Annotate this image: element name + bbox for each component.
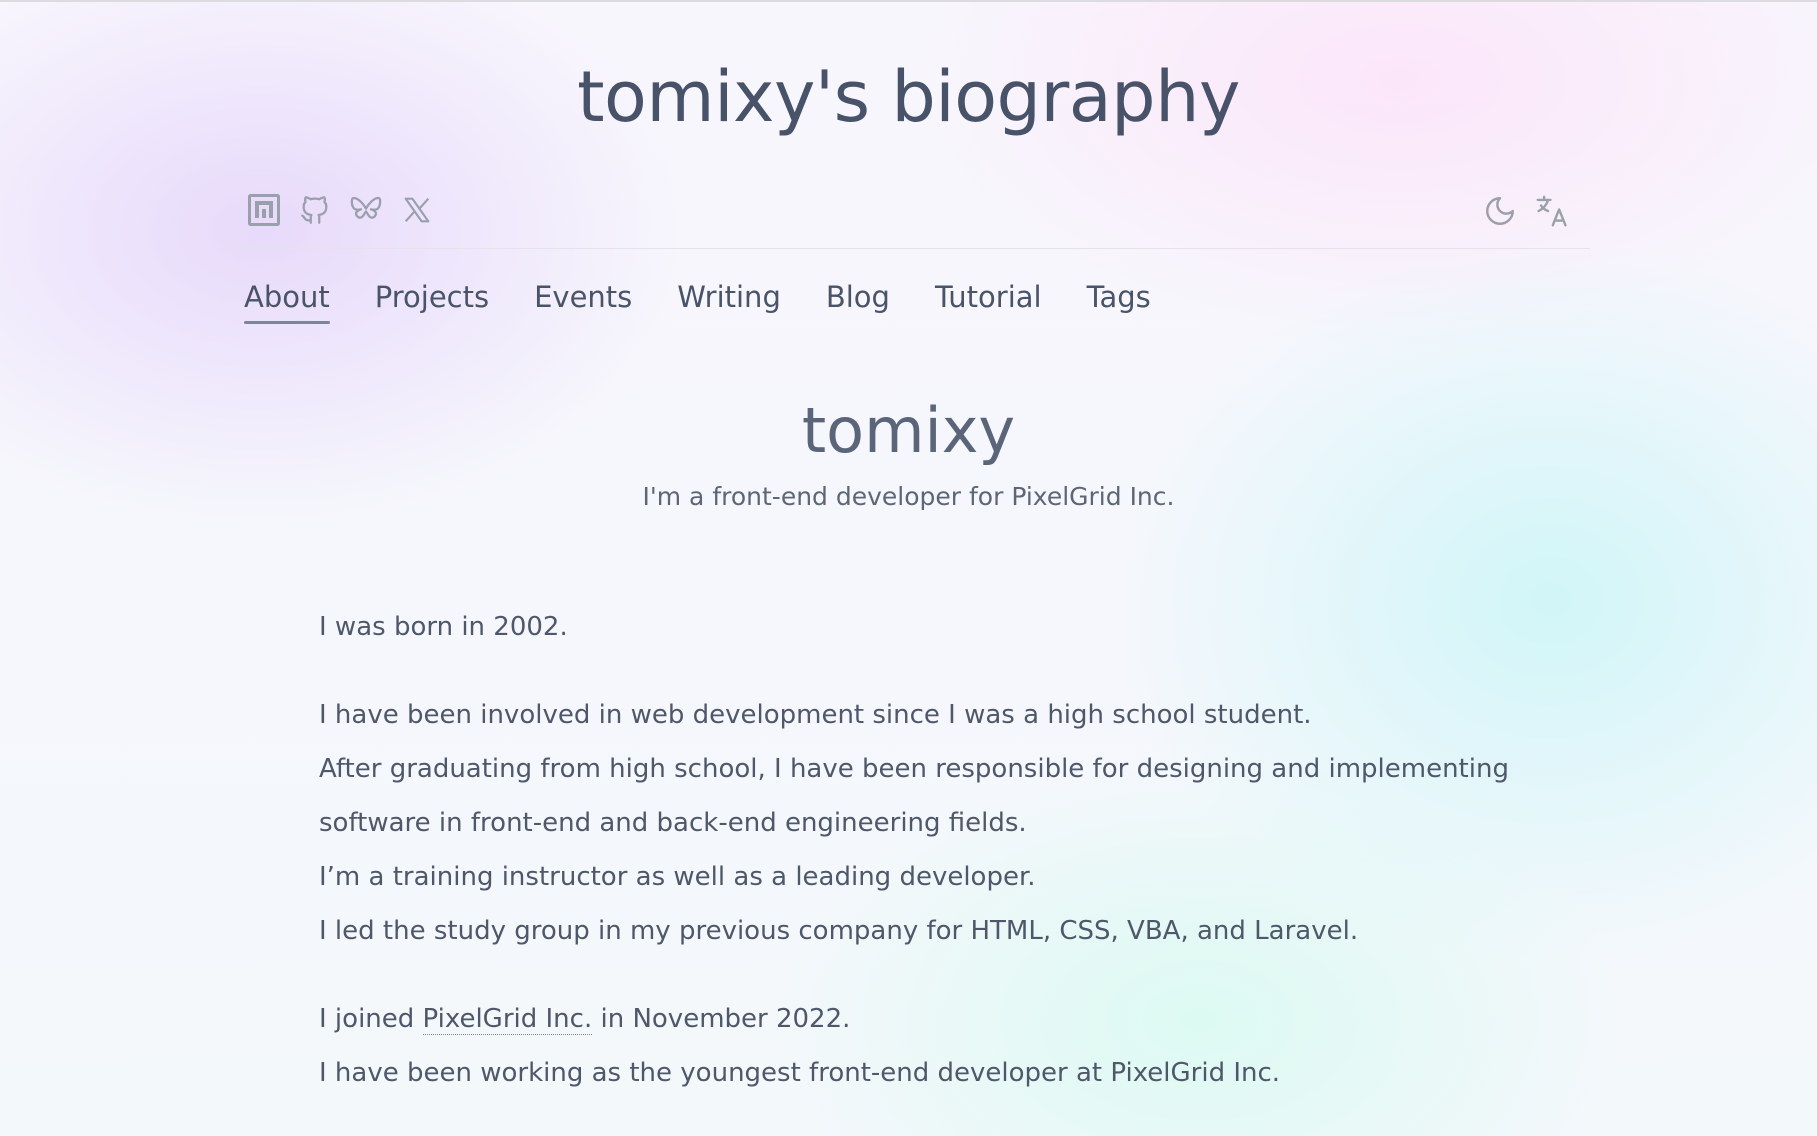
tab-events[interactable]: Events [534,280,632,324]
bio-line: I’m a training instructor as well as a l… [319,862,1036,892]
x-icon[interactable] [399,192,435,228]
bio-line: I have been working as the youngest fron… [319,1058,1281,1088]
translate-icon[interactable] [1533,192,1571,230]
bluesky-icon[interactable] [348,192,384,228]
tab-about[interactable]: About [244,280,330,324]
profile-name: tomixy [801,394,1016,467]
bio-line: I joined PixelGrid Inc. in November 2022… [319,992,1519,1046]
bio-line: After graduating from high school, I hav… [319,754,1509,784]
main-nav: About Projects Events Writing Blog Tutor… [244,280,1151,324]
note-icon[interactable] [246,192,282,228]
social-links [246,192,435,228]
tab-tags[interactable]: Tags [1087,280,1151,324]
bio-line: I have been involved in web development … [319,700,1312,730]
header-divider [230,248,1590,249]
tab-writing[interactable]: Writing [677,280,781,324]
bio-text: in November 2022. [592,1004,851,1034]
bio-text: I joined [319,1004,423,1034]
bio-paragraph-birth: I was born in 2002. [319,600,1519,654]
bio-paragraph-career: I have been involved in web development … [319,688,1519,958]
bio-line: I led the study group in my previous com… [319,916,1359,946]
github-icon[interactable] [297,192,333,228]
dark-mode-icon[interactable] [1481,192,1519,230]
top-border [0,0,1817,2]
tab-tutorial[interactable]: Tutorial [935,280,1042,324]
bio-paragraph-pixelgrid: I joined PixelGrid Inc. in November 2022… [319,992,1519,1100]
profile-tagline: I'm a front-end developer for PixelGrid … [642,482,1175,511]
bio-line: I was born in 2002. [319,612,568,642]
bio-section: I was born in 2002. I have been involved… [319,600,1519,1134]
pixelgrid-link[interactable]: PixelGrid Inc. [422,1004,593,1035]
tab-projects[interactable]: Projects [375,280,489,324]
tab-blog[interactable]: Blog [826,280,890,324]
utility-controls [1481,192,1571,230]
bio-line: software in front-end and back-end engin… [319,808,1027,838]
site-title[interactable]: tomixy's biography [0,56,1817,138]
